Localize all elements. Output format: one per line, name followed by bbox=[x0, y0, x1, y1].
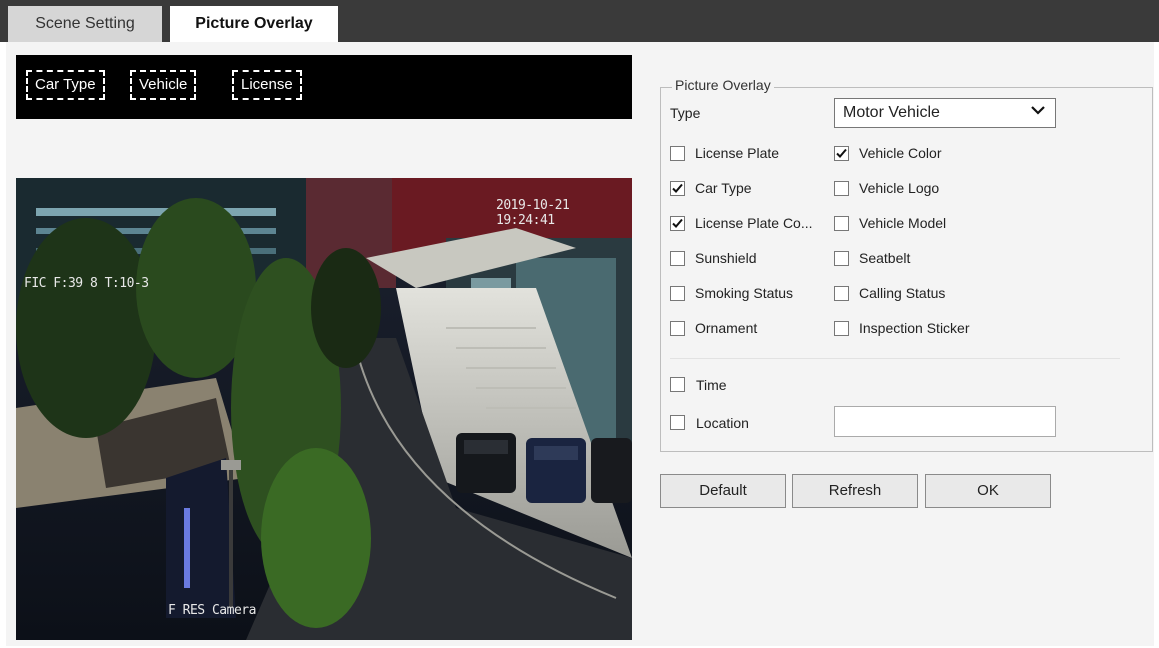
camera-scene-image bbox=[16, 178, 632, 640]
vehicle-model-checkbox[interactable] bbox=[834, 216, 849, 231]
calling-status-checkbox[interactable] bbox=[834, 286, 849, 301]
license-plate-co-checkbox[interactable] bbox=[670, 216, 685, 231]
overlay-tag-vehicle[interactable]: Vehicle bbox=[130, 70, 197, 100]
location-label: Location bbox=[696, 415, 749, 431]
overlay-preview-strip: Car Type Vehicle License bbox=[16, 55, 632, 119]
location-checkbox[interactable] bbox=[670, 415, 685, 430]
smoking-status-label: Smoking Status bbox=[695, 285, 794, 301]
seatbelt-label: Seatbelt bbox=[859, 250, 911, 266]
calling-status-label: Calling Status bbox=[859, 285, 946, 301]
vehicle-logo-checkbox[interactable] bbox=[834, 181, 849, 196]
refresh-button[interactable]: Refresh bbox=[792, 474, 918, 508]
location-input[interactable] bbox=[834, 406, 1056, 437]
car-type-checkbox[interactable] bbox=[670, 181, 685, 196]
sunshield-checkbox[interactable] bbox=[670, 251, 685, 266]
vehicle-color-label: Vehicle Color bbox=[859, 145, 942, 161]
camera-timestamp: 2019-10-21 19:24:41 bbox=[496, 198, 570, 228]
license-plate-checkbox[interactable] bbox=[670, 146, 685, 161]
time-label: Time bbox=[696, 377, 727, 393]
tab-picture-overlay[interactable]: Picture Overlay bbox=[170, 6, 338, 42]
picture-overlay-legend: Picture Overlay bbox=[672, 77, 774, 93]
chevron-down-icon bbox=[1031, 103, 1045, 122]
type-label: Type bbox=[670, 105, 701, 121]
inspection-sticker-checkbox[interactable] bbox=[834, 321, 849, 336]
license-plate-co-label: License Plate Co... bbox=[695, 215, 813, 231]
ornament-label: Ornament bbox=[695, 320, 758, 336]
default-button[interactable]: Default bbox=[660, 474, 786, 508]
tab-bar: Scene Setting Picture Overlay bbox=[0, 0, 1159, 42]
seatbelt-checkbox[interactable] bbox=[834, 251, 849, 266]
inspection-sticker-label: Inspection Sticker bbox=[859, 320, 970, 336]
license-plate-label: License Plate bbox=[695, 145, 780, 161]
overlay-tag-license[interactable]: License bbox=[232, 70, 302, 100]
time-checkbox[interactable] bbox=[670, 377, 685, 392]
car-type-label: Car Type bbox=[695, 180, 752, 196]
camera-location-overlay: FIC F:39 8 T:10-3 bbox=[24, 276, 149, 291]
vehicle-logo-label: Vehicle Logo bbox=[859, 180, 940, 196]
smoking-status-checkbox[interactable] bbox=[670, 286, 685, 301]
sunshield-label: Sunshield bbox=[695, 250, 757, 266]
options-divider bbox=[670, 358, 1120, 359]
type-select[interactable]: Motor Vehicle bbox=[834, 98, 1056, 128]
overlay-tag-car-type[interactable]: Car Type bbox=[26, 70, 105, 100]
type-select-value: Motor Vehicle bbox=[843, 104, 940, 121]
ok-button[interactable]: OK bbox=[925, 474, 1051, 508]
vehicle-model-label: Vehicle Model bbox=[859, 215, 947, 231]
picture-overlay-group bbox=[660, 87, 1153, 452]
camera-snapshot: 2019-10-21 19:24:41 FIC F:39 8 T:10-3 F … bbox=[16, 178, 632, 640]
vehicle-color-checkbox[interactable] bbox=[834, 146, 849, 161]
camera-name-overlay: F RES Camera bbox=[168, 603, 256, 618]
ornament-checkbox[interactable] bbox=[670, 321, 685, 336]
tab-scene-setting[interactable]: Scene Setting bbox=[8, 6, 162, 42]
